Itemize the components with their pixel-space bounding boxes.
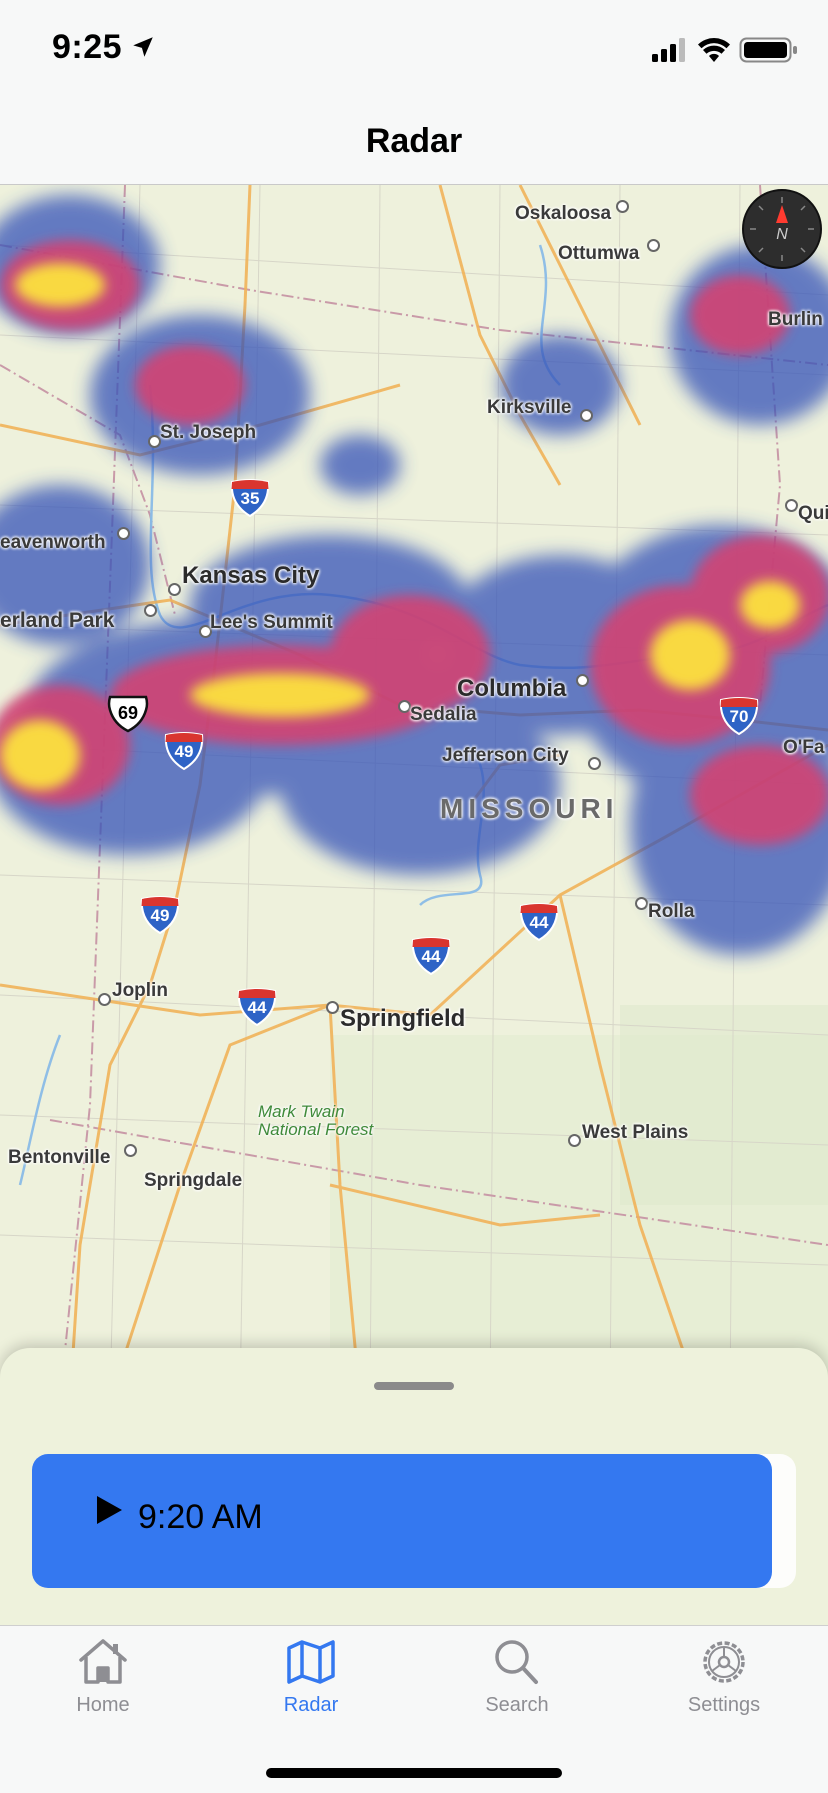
map-dot bbox=[124, 1144, 137, 1157]
radar-map-base bbox=[0, 185, 828, 1400]
compass-icon: N bbox=[750, 197, 814, 261]
city-label-burlington: Burlin bbox=[768, 309, 823, 330]
city-label-leavenworth: eavenworth bbox=[0, 532, 106, 553]
status-icons bbox=[652, 37, 797, 63]
interstate-49-number: 49 bbox=[174, 742, 194, 761]
play-icon bbox=[97, 1496, 122, 1524]
city-label-lees-summit: Lee's Summit bbox=[210, 612, 333, 633]
city-label-overland-park: erland Park bbox=[0, 609, 115, 632]
interstate-70-number: 70 bbox=[729, 707, 749, 726]
map-dot bbox=[326, 1001, 339, 1014]
city-label-columbia: Columbia bbox=[457, 675, 567, 702]
city-label-jefferson-city: Jefferson City bbox=[442, 745, 569, 766]
city-label-rolla: Rolla bbox=[648, 901, 695, 922]
forest-label-line2: National Forest bbox=[258, 1120, 374, 1139]
city-label-springdale: Springdale bbox=[144, 1170, 243, 1191]
tab-search[interactable]: Search bbox=[437, 1636, 597, 1717]
forest-label-line1: Mark Twain bbox=[258, 1102, 345, 1121]
status-bar: 9:25 bbox=[0, 0, 828, 94]
us-route-69-number: 69 bbox=[117, 703, 139, 723]
status-time: 9:25 bbox=[52, 28, 123, 66]
map-dot bbox=[144, 604, 157, 617]
gear-icon bbox=[703, 1641, 745, 1683]
tab-home[interactable]: Home bbox=[23, 1636, 183, 1717]
city-label-kirksville: Kirksville bbox=[487, 397, 572, 418]
city-label-ofallon: O'Fa bbox=[783, 737, 825, 758]
home-indicator[interactable] bbox=[266, 1768, 562, 1778]
city-label-quincy: Qui bbox=[798, 503, 828, 524]
forest-label: Mark Twain National Forest bbox=[258, 1103, 373, 1139]
tab-radar-label: Radar bbox=[283, 1694, 339, 1716]
sheet-grabber[interactable] bbox=[374, 1382, 454, 1390]
house-icon bbox=[79, 1639, 127, 1684]
search-icon bbox=[495, 1640, 538, 1684]
compass-letter: N bbox=[776, 226, 788, 243]
map-dot bbox=[98, 993, 111, 1006]
map-dot bbox=[117, 527, 130, 540]
interstate-49-shield: 49 bbox=[163, 731, 205, 771]
timeline-sheet[interactable]: 9:20 AM bbox=[0, 1348, 828, 1628]
interstate-70-shield: 70 bbox=[718, 696, 760, 736]
us-route-69-shield: 69 bbox=[106, 694, 150, 734]
interstate-44-number: 44 bbox=[529, 913, 549, 932]
city-label-west-plains: West Plains bbox=[582, 1122, 689, 1143]
map-dot bbox=[785, 499, 798, 512]
page-title: Radar bbox=[365, 122, 463, 160]
tab-radar[interactable]: Radar bbox=[231, 1636, 391, 1717]
signal-icon bbox=[652, 38, 685, 62]
interstate-44-shield-east: 44 bbox=[518, 902, 560, 942]
interstate-44-number: 44 bbox=[421, 947, 441, 966]
interstate-49-shield-south: 49 bbox=[139, 895, 181, 935]
interstate-35-shield: 35 bbox=[229, 478, 271, 518]
radar-map[interactable]: N Oskaloosa Ottumwa Burlin Kirksville St… bbox=[0, 185, 828, 1400]
map-dot bbox=[635, 897, 648, 910]
map-icon bbox=[287, 1640, 335, 1684]
map-dot bbox=[568, 1134, 581, 1147]
battery-icon bbox=[739, 37, 797, 63]
play-button[interactable]: 9:20 AM bbox=[32, 1454, 772, 1588]
interstate-35-number: 35 bbox=[240, 489, 260, 508]
map-dot bbox=[576, 674, 589, 687]
map-dot bbox=[647, 239, 660, 252]
interstate-44-shield-west: 44 bbox=[236, 987, 278, 1027]
tab-home-label: Home bbox=[76, 1694, 130, 1716]
city-label-oskaloosa: Oskaloosa bbox=[515, 203, 612, 224]
location-arrow-icon bbox=[133, 37, 153, 57]
map-dot bbox=[588, 757, 601, 770]
city-label-joplin: Joplin bbox=[112, 980, 168, 1001]
tab-settings-label: Settings bbox=[687, 1694, 761, 1716]
city-label-sedalia: Sedalia bbox=[410, 704, 477, 725]
city-label-bentonville: Bentonville bbox=[8, 1147, 111, 1168]
interstate-44-number: 44 bbox=[247, 998, 267, 1017]
tab-settings[interactable]: Settings bbox=[644, 1636, 804, 1717]
interstate-49-number: 49 bbox=[150, 906, 170, 925]
nav-header: Radar bbox=[0, 94, 828, 185]
map-dot bbox=[580, 409, 593, 422]
interstate-44-shield-central: 44 bbox=[410, 936, 452, 976]
state-label: MISSOURI bbox=[440, 793, 619, 824]
city-label-kansas-city: Kansas City bbox=[182, 562, 320, 589]
map-dot bbox=[616, 200, 629, 213]
compass-button[interactable]: N bbox=[742, 189, 822, 269]
map-dot bbox=[168, 583, 181, 596]
wifi-icon bbox=[698, 38, 730, 62]
city-label-ottumwa: Ottumwa bbox=[558, 243, 640, 264]
tab-search-label: Search bbox=[485, 1694, 549, 1716]
city-label-st-joseph: St. Joseph bbox=[160, 422, 257, 443]
city-label-springfield: Springfield bbox=[340, 1005, 466, 1032]
radar-frame-time: 9:20 AM bbox=[138, 1498, 263, 1536]
